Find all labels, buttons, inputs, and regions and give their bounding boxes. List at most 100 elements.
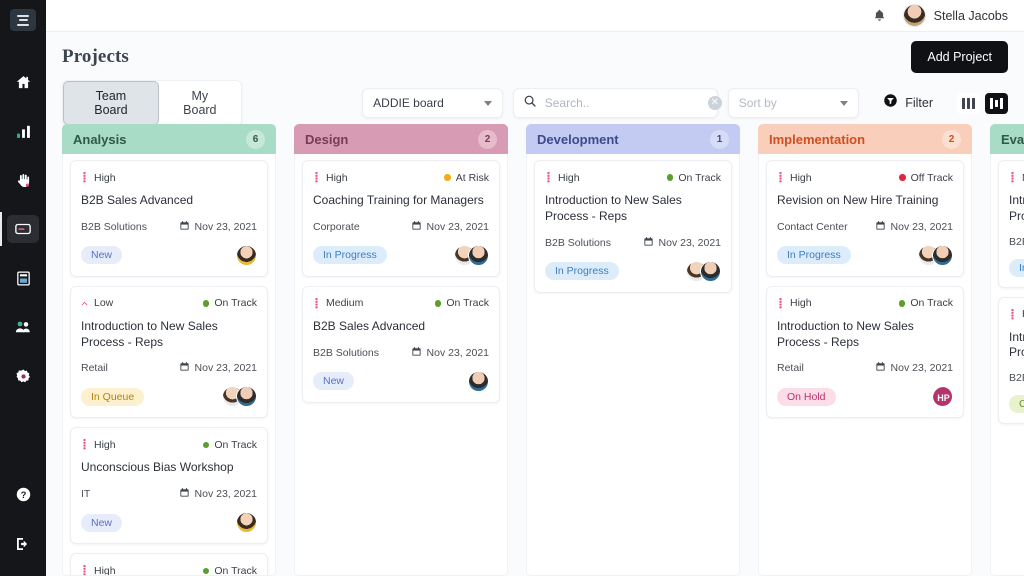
card-info-row: B2B Solutions Nov 23, 2021: [313, 346, 489, 360]
card-meta-row: Medium: [1009, 170, 1024, 185]
column-title: Analysis: [73, 131, 127, 147]
priority-text: High: [790, 297, 812, 310]
search-box[interactable]: ✕: [512, 88, 722, 118]
card-date-text: Nov 23, 2021: [194, 220, 257, 233]
card-info-row: Corporate Nov 23, 2021: [313, 220, 489, 234]
tab-my-board[interactable]: My Board: [158, 81, 241, 125]
card-client: B2B Solutions: [1009, 235, 1024, 248]
top-bar: Stella Jacobs: [46, 0, 1024, 32]
column-body: High On Track Introduction to New Sales Pr…: [526, 154, 740, 576]
card-meta-row: High: [81, 170, 257, 185]
card-tag: New: [81, 513, 123, 532]
board-view-icon[interactable]: [985, 92, 1008, 114]
project-card[interactable]: HighOn TrackIntroduction to New Sales Pr…: [766, 285, 964, 419]
project-card[interactable]: HighOn Track Introduction to New Sales Pr…: [534, 160, 732, 293]
card-footer-row: New: [313, 370, 489, 392]
logout-icon[interactable]: [7, 530, 39, 558]
project-card[interactable]: High Off Track Revision on New Hire Traini…: [766, 160, 964, 277]
main-area: Stella Jacobs Projects Add Project Team …: [46, 0, 1024, 576]
status-dot-icon: [666, 174, 674, 181]
priority-text: High: [326, 171, 348, 184]
list-view-icon[interactable]: [957, 92, 980, 114]
column-header: Analysis 6: [62, 124, 276, 154]
hamburger-icon[interactable]: [10, 9, 36, 31]
tab-team-board[interactable]: Team Board: [63, 81, 159, 125]
card-meta-row: High Off Track: [777, 170, 953, 185]
sort-select[interactable]: Sort by: [727, 88, 860, 118]
sidebar-item-hand[interactable]: [0, 163, 46, 197]
sidebar-item-people[interactable]: [0, 310, 46, 344]
sidebar: ?: [0, 0, 46, 576]
card-meta-row: High On Track: [545, 170, 721, 185]
sidebar-item-library[interactable]: [0, 261, 46, 295]
calendar-icon: [179, 361, 190, 375]
project-card[interactable]: High B2B Sales Advanced B2B Solutions Nov 2…: [70, 160, 268, 277]
kanban-board: Analysis 6 High B2B Sales Advanced B2B Solut…: [46, 124, 1024, 576]
user-menu[interactable]: Stella Jacobs: [902, 4, 1008, 27]
project-card[interactable]: High On Track Unconscious Bias Workshop IT N…: [70, 427, 268, 545]
card-due-date: Nov 23, 2021: [411, 346, 489, 360]
card-footer-row: In Progress: [777, 244, 953, 266]
card-client: B2B Solutions: [81, 220, 147, 233]
card-tag: In Progress: [313, 246, 387, 265]
calendar-icon: [411, 346, 422, 360]
project-card[interactable]: Low On Track Introduction to New Sales Pro…: [70, 285, 268, 419]
filter-label: Filter: [905, 96, 933, 110]
column-title: Evaluation: [1001, 131, 1024, 147]
filter-button[interactable]: Filter: [883, 93, 933, 113]
kanban-column: Design 2 High At Risk Coaching Training for …: [294, 124, 508, 576]
status-dot-icon: [898, 300, 906, 307]
view-toggle: [957, 92, 1008, 114]
card-tag: Complete: [1009, 395, 1024, 414]
priority-label: High: [777, 172, 812, 184]
board-select[interactable]: ADDIE board: [362, 88, 503, 118]
project-card[interactable]: Medium On Track B2B Sales Advanced B2B Solu…: [302, 285, 500, 403]
sidebar-item-analytics[interactable]: [0, 114, 46, 148]
priority-text: Low: [94, 297, 114, 310]
status-text: On Track: [678, 171, 721, 184]
card-title: Introduction to New Sales Process - Reps: [545, 193, 682, 223]
sidebar-item-home[interactable]: [0, 65, 46, 99]
project-card[interactable]: HighOn TrackIntroduction to New Sales Pr…: [70, 553, 268, 575]
assignee-avatars: HP: [932, 386, 953, 408]
card-meta-row: High At Risk: [313, 170, 489, 185]
search-icon: [523, 94, 537, 113]
bell-icon[interactable]: [871, 7, 889, 25]
assignee-avatars: [918, 244, 953, 266]
app-root: ? Stella Jacobs Projects Add Project Tea…: [0, 0, 1024, 576]
help-icon[interactable]: ?: [7, 480, 39, 508]
card-due-date: Nov 23, 2021: [179, 361, 257, 375]
search-input[interactable]: [544, 96, 700, 110]
project-card[interactable]: High At Risk Coaching Training for Manager…: [302, 160, 500, 277]
status-dot-icon: [444, 174, 451, 181]
card-info-row: IT Nov 23, 2021: [81, 487, 257, 501]
column-body: High Off Track Revision on New Hire Traini…: [758, 154, 972, 576]
add-project-button[interactable]: Add Project: [911, 41, 1008, 73]
priority-label: Medium: [313, 297, 363, 309]
status-dot-icon: [202, 567, 210, 575]
toolbar: Team Board My Board ADDIE board ✕ Sort b…: [46, 80, 1024, 126]
column-header: Implementation 2: [758, 124, 972, 154]
card-tag: In Progress: [545, 262, 619, 281]
card-info-row: B2B Solutions: [1009, 236, 1024, 248]
card-client: Retail: [777, 362, 804, 375]
hand-icon: [7, 166, 39, 194]
page-title: Projects: [62, 46, 129, 67]
project-card[interactable]: Medium Introduction to New Sales Process …: [998, 160, 1024, 288]
assignee-avatars: [686, 260, 721, 282]
close-icon[interactable]: ✕: [707, 96, 722, 110]
card-date-text: Nov 23, 2021: [890, 362, 953, 375]
sidebar-item-projects[interactable]: [0, 212, 46, 246]
column-count-badge: 2: [478, 129, 497, 149]
project-card[interactable]: High Introduction to New Sales Process - …: [998, 296, 1024, 425]
card-due-date: Nov 23, 2021: [179, 487, 257, 501]
card-client: Retail: [81, 362, 108, 375]
card-info-row: Retail Nov 23, 2021: [777, 361, 953, 375]
assignee-avatars: [236, 244, 257, 266]
card-footer-row: New: [81, 244, 257, 266]
card-client: Corporate: [313, 220, 360, 233]
home-icon: [7, 68, 39, 96]
calendar-icon: [643, 236, 654, 250]
sidebar-item-settings[interactable]: [0, 359, 46, 393]
chevron-down-icon: [483, 100, 492, 106]
